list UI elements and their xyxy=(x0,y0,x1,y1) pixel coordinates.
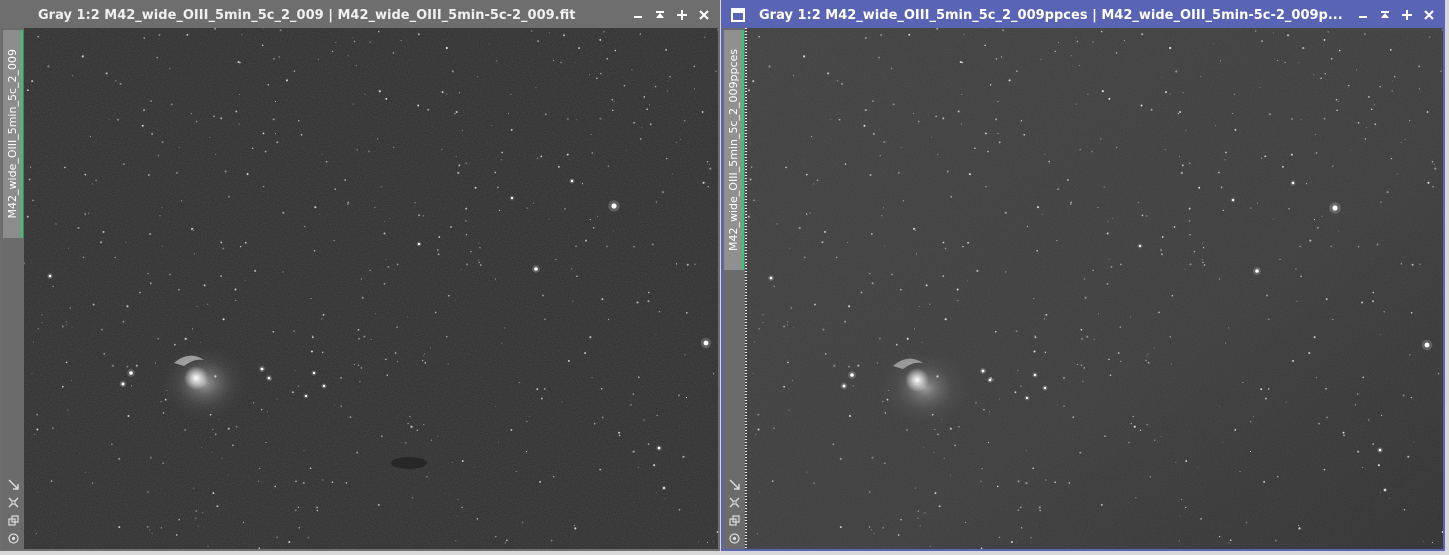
maximize-icon[interactable] xyxy=(674,7,690,23)
view-id-tab[interactable]: M42_wide_OIII_5min_5c_2_009ppces xyxy=(724,30,744,270)
image-canvas[interactable] xyxy=(24,28,718,549)
side-toolbar xyxy=(2,477,24,545)
edge-marker xyxy=(745,28,747,549)
fit-view-icon[interactable] xyxy=(6,495,20,509)
clone-icon[interactable] xyxy=(6,513,20,527)
window-titlebar[interactable]: Gray 1:2 M42_wide_OIII_5min_5c_2_009 | M… xyxy=(2,2,718,28)
image-window-original[interactable]: Gray 1:2 M42_wide_OIII_5min_5c_2_009 | M… xyxy=(0,0,720,551)
zoom-fit-icon[interactable] xyxy=(727,477,741,491)
view-id-label: M42_wide_OIII_5min_5c_2_009ppces xyxy=(726,49,740,251)
window-controls xyxy=(630,7,718,23)
close-icon[interactable] xyxy=(696,7,712,23)
maximize-icon[interactable] xyxy=(1399,7,1415,23)
window-titlebar[interactable]: Gray 1:2 M42_wide_OIII_5min_5c_2_009ppce… xyxy=(723,2,1443,28)
minimize-icon[interactable] xyxy=(630,7,646,23)
star-field-image xyxy=(24,28,718,549)
star-field-image xyxy=(745,28,1443,549)
minimize-icon[interactable] xyxy=(1355,7,1371,23)
clone-icon[interactable] xyxy=(727,513,741,527)
view-id-tab[interactable]: M42_wide_OIII_5min_5c_2_009 xyxy=(3,30,23,238)
window-title: Gray 1:2 M42_wide_OIII_5min_5c_2_009 | M… xyxy=(38,7,576,23)
window-controls xyxy=(1355,7,1443,23)
side-toolbar xyxy=(723,477,745,545)
close-icon[interactable] xyxy=(1421,7,1437,23)
window-title: Gray 1:2 M42_wide_OIII_5min_5c_2_009ppce… xyxy=(759,7,1343,23)
shade-icon[interactable] xyxy=(652,7,668,23)
window-icon xyxy=(731,8,745,22)
target-icon[interactable] xyxy=(727,531,741,545)
image-window-processed[interactable]: Gray 1:2 M42_wide_OIII_5min_5c_2_009ppce… xyxy=(721,0,1445,551)
image-canvas[interactable] xyxy=(745,28,1443,549)
side-panel: M42_wide_OIII_5min_5c_2_009 xyxy=(2,28,24,549)
fit-view-icon[interactable] xyxy=(727,495,741,509)
shade-icon[interactable] xyxy=(1377,7,1393,23)
zoom-fit-icon[interactable] xyxy=(6,477,20,491)
side-panel: M42_wide_OIII_5min_5c_2_009ppces xyxy=(723,28,745,549)
target-icon[interactable] xyxy=(6,531,20,545)
workspace: Gray 1:2 M42_wide_OIII_5min_5c_2_009 | M… xyxy=(0,0,1449,555)
view-id-label: M42_wide_OIII_5min_5c_2_009 xyxy=(5,49,19,219)
